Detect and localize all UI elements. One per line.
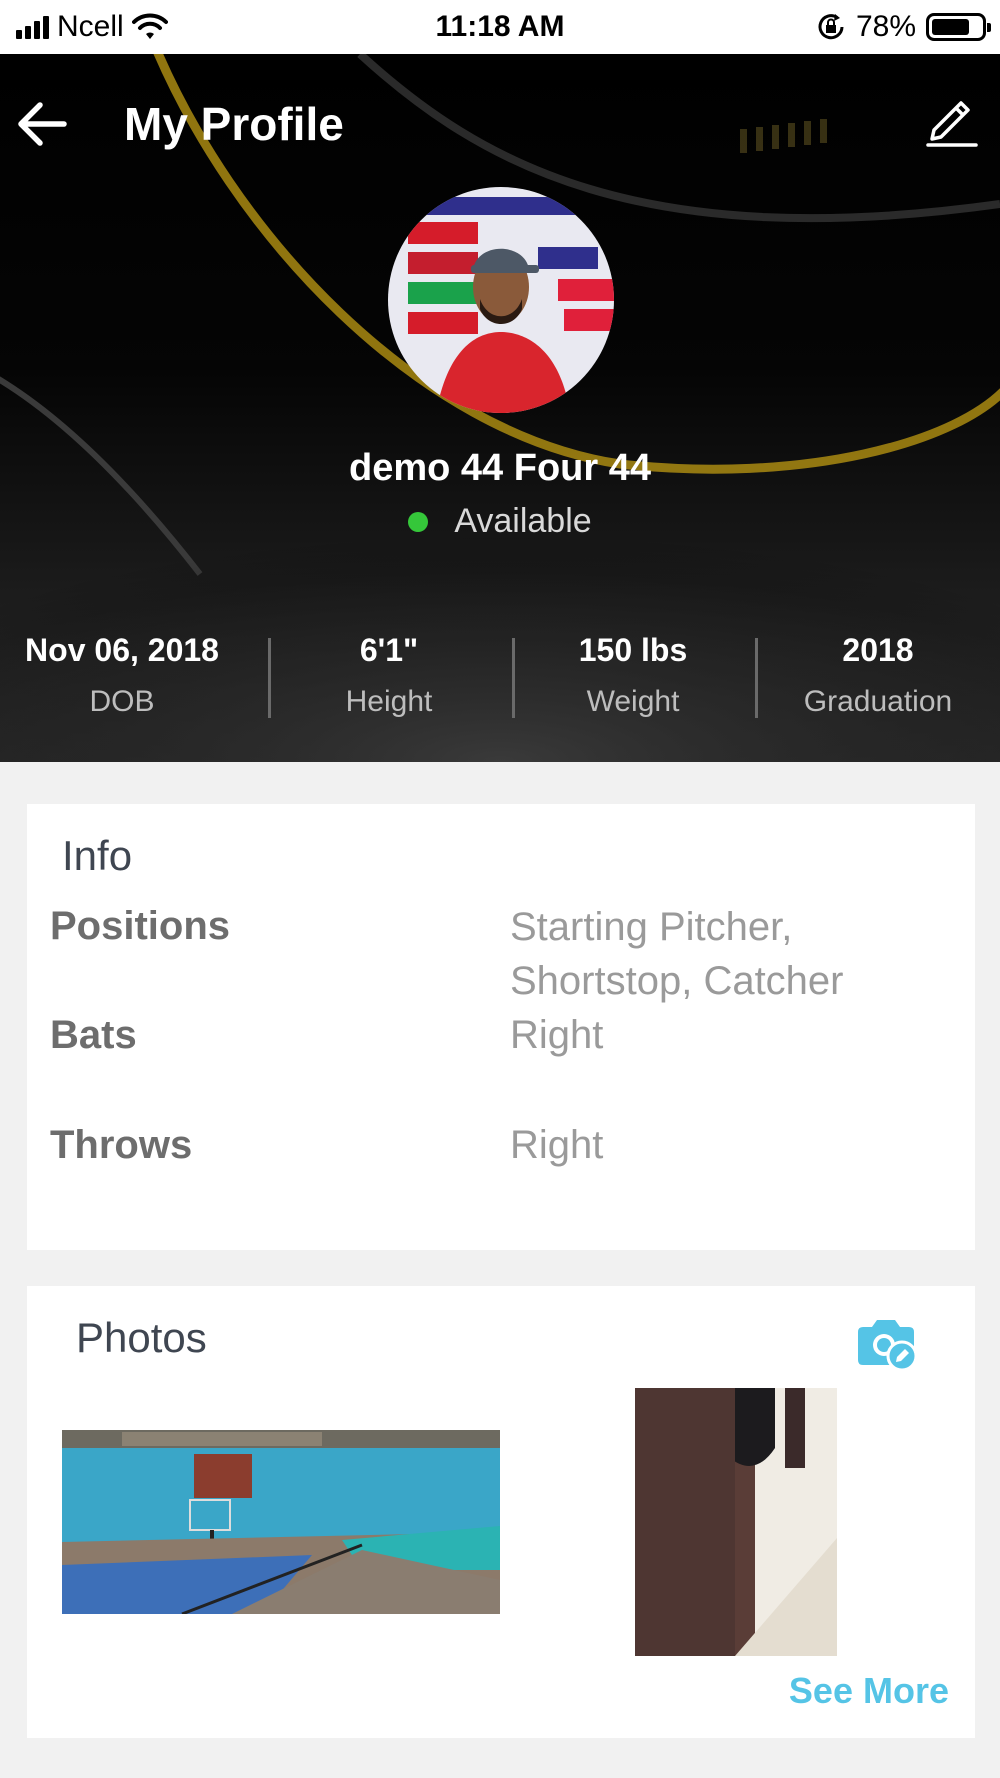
status-dot-icon	[408, 511, 429, 532]
stat-value: 150 lbs	[578, 632, 688, 668]
stat-value: 2018	[842, 632, 914, 668]
status-right: 78%	[816, 8, 991, 46]
photos-card: Photos See More	[27, 1286, 975, 1738]
throws-value: Right	[510, 1123, 604, 1167]
stat-label: Graduation	[803, 685, 953, 718]
bats-value: Right	[510, 1013, 604, 1057]
stat-label: DOB	[89, 685, 155, 718]
back-arrow-icon[interactable]	[12, 94, 72, 154]
stat-value: 6'1"	[359, 632, 419, 668]
photos-title: Photos	[76, 1314, 207, 1361]
stat-graduation: 2018 Graduation	[756, 630, 1000, 722]
see-more-link[interactable]: See More	[789, 1670, 949, 1712]
page-title: My Profile	[124, 98, 344, 150]
pencil-icon[interactable]	[920, 90, 980, 150]
camera-edit-icon[interactable]	[854, 1316, 920, 1372]
profile-stats: Nov 06, 2018 DOB 6'1" Height 150 lbs Wei…	[0, 630, 1000, 730]
bats-label: Bats	[50, 1013, 137, 1057]
battery-icon	[926, 13, 991, 41]
throws-label: Throws	[50, 1123, 193, 1167]
rotation-lock-icon	[818, 14, 844, 40]
availability-status: Available	[0, 502, 1000, 541]
player-name: demo 44 Four 44	[349, 447, 651, 489]
positions-label: Positions	[50, 904, 231, 948]
info-title: Info	[62, 832, 133, 879]
stat-dob: Nov 06, 2018 DOB	[0, 630, 244, 722]
gallery-photo-gym[interactable]	[62, 1430, 500, 1614]
profile-header: My Profile demo 44 Four 44 Available Nov…	[0, 54, 1000, 762]
status-text: Available	[454, 502, 592, 540]
battery-percent: 78%	[855, 10, 916, 43]
status-bar: Ncell 11:18 AM 78%	[0, 0, 1000, 54]
gallery-photo-door[interactable]	[635, 1388, 837, 1656]
positions-value: Starting Pitcher, Shortstop, Catcher	[510, 905, 844, 1003]
stat-label: Height	[345, 685, 433, 718]
stat-height: 6'1" Height	[267, 630, 511, 722]
stat-weight: 150 lbs Weight	[511, 630, 755, 722]
profile-photo	[388, 187, 614, 413]
stat-label: Weight	[586, 685, 680, 718]
info-card: Info Positions Starting Pitcher, Shortst…	[27, 804, 975, 1250]
avatar[interactable]	[388, 187, 614, 413]
stat-value: Nov 06, 2018	[25, 632, 219, 668]
